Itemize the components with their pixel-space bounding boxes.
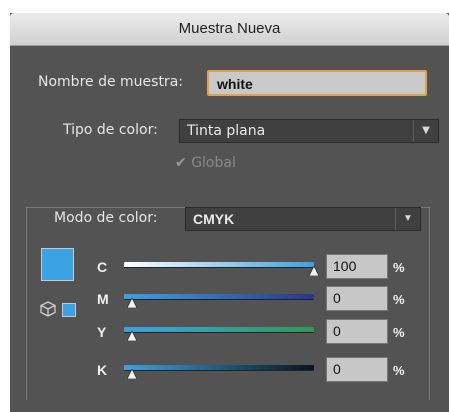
global-label: Global [191, 155, 236, 171]
cyan-slider[interactable] [124, 256, 324, 278]
yellow-slider[interactable] [124, 321, 324, 343]
chevron-down-icon: ▼ [395, 208, 420, 230]
cyan-track [124, 262, 314, 268]
yellow-letter: Y [97, 324, 107, 340]
black-letter: K [97, 362, 108, 378]
yellow-track [124, 327, 314, 333]
out-of-gamut-cube-icon[interactable] [40, 301, 56, 317]
magenta-value-field[interactable]: 0 [326, 286, 388, 311]
color-type-dropdown[interactable]: Tinta plana ▼ [179, 119, 439, 143]
black-track [124, 365, 314, 371]
magenta-track [124, 294, 314, 300]
cyan-value-field[interactable]: 100 [326, 254, 388, 279]
checkmark-icon: ✔ [175, 155, 187, 171]
color-mode-dropdown[interactable]: CMYK ▼ [185, 207, 421, 231]
magenta-slider[interactable] [124, 288, 324, 310]
black-slider[interactable] [124, 359, 324, 381]
color-type-value: Tinta plana [187, 123, 266, 139]
yellow-value-field[interactable]: 0 [326, 319, 388, 344]
global-checkbox[interactable]: ✔ Global [175, 155, 236, 171]
yellow-percent: % [393, 325, 405, 340]
swatch-name-label: Nombre de muestra: [38, 74, 183, 90]
web-safe-swatch[interactable] [62, 303, 76, 317]
color-type-label: Tipo de color: [63, 122, 158, 138]
swatch-name-input[interactable]: white [207, 70, 427, 96]
color-preview-swatch [41, 248, 74, 281]
cyan-percent: % [393, 260, 405, 275]
color-mode-label: Modo de color: [38, 210, 164, 226]
magenta-percent: % [393, 292, 405, 307]
dialog-title: Muestra Nueva [10, 13, 449, 46]
slider-thumb-icon[interactable] [127, 369, 137, 379]
slider-thumb-icon[interactable] [127, 331, 137, 341]
slider-thumb-icon[interactable] [309, 266, 319, 276]
color-mode-value: CMYK [193, 211, 235, 227]
cyan-letter: C [97, 259, 108, 275]
chevron-down-icon: ▼ [413, 120, 438, 142]
magenta-letter: M [97, 291, 109, 307]
black-value-field[interactable]: 0 [326, 357, 388, 382]
slider-thumb-icon[interactable] [127, 298, 137, 308]
black-percent: % [393, 363, 405, 378]
